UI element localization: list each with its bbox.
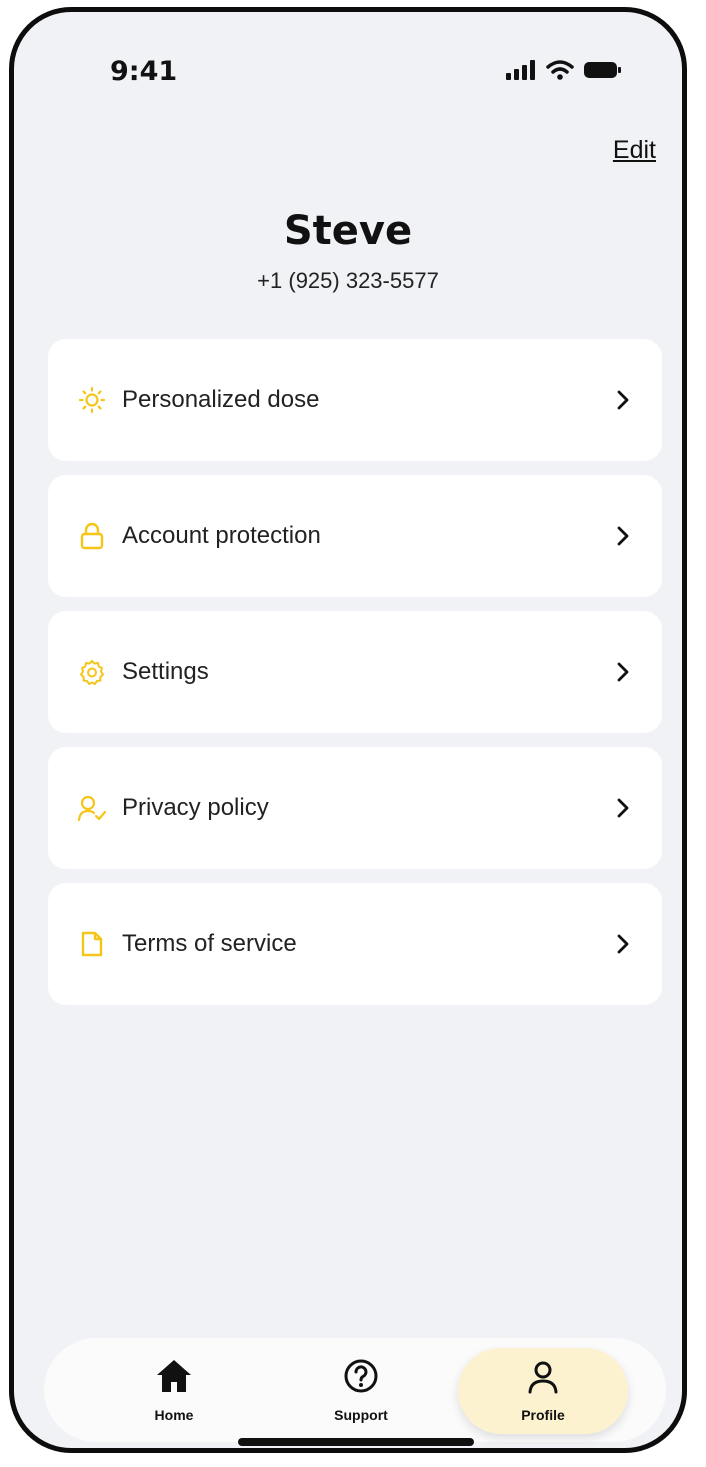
menu-item-label: Settings	[122, 658, 209, 685]
profile-menu: Personalized dose Account protection Set…	[48, 339, 662, 1005]
menu-item-label: Personalized dose	[122, 386, 320, 413]
tab-support[interactable]: Support	[316, 1338, 406, 1442]
menu-item-label: Account protection	[122, 522, 321, 549]
user-check-icon	[76, 792, 108, 824]
battery-icon	[584, 60, 622, 85]
edit-button[interactable]: Edit	[613, 136, 656, 165]
wifi-icon	[546, 60, 574, 85]
tab-label: Support	[334, 1406, 388, 1423]
home-icon	[155, 1358, 193, 1399]
menu-item-privacy-policy[interactable]: Privacy policy	[48, 747, 662, 869]
gear-icon	[76, 656, 108, 688]
lock-icon	[76, 520, 108, 552]
phone-frame: 9:41 Edit Steve +1 (925) 323-5577 Person…	[9, 7, 687, 1453]
chevron-right-icon	[614, 525, 632, 547]
chevron-right-icon	[614, 389, 632, 411]
document-icon	[76, 928, 108, 960]
home-indicator	[238, 1438, 474, 1446]
menu-item-settings[interactable]: Settings	[48, 611, 662, 733]
chevron-right-icon	[614, 661, 632, 683]
signal-icon	[506, 60, 536, 85]
profile-phone: +1 (925) 323-5577	[257, 268, 439, 293]
menu-item-label: Terms of service	[122, 930, 297, 957]
menu-item-account-protection[interactable]: Account protection	[48, 475, 662, 597]
chevron-right-icon	[614, 797, 632, 819]
tab-label: Profile	[521, 1406, 565, 1423]
tab-home[interactable]: Home	[134, 1338, 214, 1442]
tab-bar: Home Support Profile	[44, 1338, 666, 1442]
status-time: 9:41	[110, 56, 178, 87]
status-icons	[506, 60, 622, 85]
tab-label: Home	[154, 1406, 194, 1423]
status-bar: 9:41	[14, 12, 682, 122]
user-icon	[527, 1360, 559, 1399]
chevron-right-icon	[614, 933, 632, 955]
menu-item-label: Privacy policy	[122, 794, 269, 821]
menu-item-terms-of-service[interactable]: Terms of service	[48, 883, 662, 1005]
question-circle-icon	[343, 1358, 379, 1399]
sun-icon	[76, 384, 108, 416]
tab-profile[interactable]: Profile	[458, 1348, 628, 1434]
menu-item-personalized-dose[interactable]: Personalized dose	[48, 339, 662, 461]
profile-name: Steve	[283, 208, 413, 254]
